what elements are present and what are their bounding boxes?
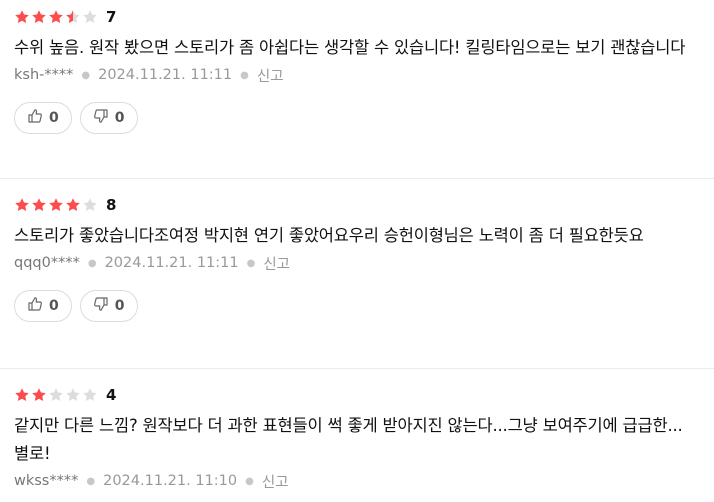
rating-row: 8 [14,194,700,216]
like-button[interactable]: 0 [14,102,72,134]
star-icon [14,387,30,403]
dislike-button[interactable]: 0 [79,102,138,134]
dislike-count: 0 [114,298,125,314]
rating-score: 8 [106,196,117,214]
reaction-buttons: 0 0 [14,102,700,134]
report-link[interactable]: 신고 [257,65,284,86]
like-count: 0 [49,298,59,314]
star-rating [14,387,98,403]
star-rating [14,197,98,213]
star-icon [65,9,81,25]
review-item: 4 같지만 다른 느낌? 원작보다 더 과한 표현들이 썩 좋게 받아지진 않는… [0,368,714,502]
star-rating [14,9,98,25]
review-date: 2024.11.21. 11:10 [103,473,238,489]
star-icon [48,9,64,25]
star-icon [82,9,98,25]
review-meta: wkss**** ● 2024.11.21. 11:10 ● 신고 [14,470,700,492]
star-icon [14,9,30,25]
rating-score: 7 [106,8,117,26]
review-meta: ksh-**** ● 2024.11.21. 11:11 ● 신고 [14,64,700,86]
reaction-buttons: 0 0 [14,290,700,322]
review-list: 7 수위 높음. 원작 봤으면 스토리가 좀 아쉽다는 생각할 수 있습니다! … [0,0,714,502]
username: wkss**** [14,473,79,489]
star-icon [31,387,47,403]
review-item: 7 수위 높음. 원작 봤으면 스토리가 좀 아쉽다는 생각할 수 있습니다! … [0,0,714,178]
review-date: 2024.11.21. 11:11 [98,67,233,83]
review-date: 2024.11.21. 11:11 [104,255,239,271]
rating-row: 4 [14,384,700,406]
star-icon [48,387,64,403]
separator-dot: ● [240,69,249,81]
star-icon [65,387,81,403]
like-button[interactable]: 0 [14,290,72,322]
star-icon [82,197,98,213]
star-icon [31,9,47,25]
report-link[interactable]: 신고 [262,471,289,492]
thumbs-down-icon [93,108,109,128]
dislike-button[interactable]: 0 [79,290,138,322]
rating-score: 4 [106,386,117,404]
star-icon [14,197,30,213]
like-count: 0 [49,110,59,126]
separator-dot: ● [245,475,254,487]
review-text: 수위 높음. 원작 봤으면 스토리가 좀 아쉽다는 생각할 수 있습니다! 킬링… [14,38,686,57]
review-meta: qqq0**** ● 2024.11.21. 11:11 ● 신고 [14,252,700,274]
thumbs-up-icon [27,108,43,128]
star-icon [48,197,64,213]
thumbs-down-icon [93,296,109,316]
username: qqq0**** [14,255,80,271]
dislike-count: 0 [114,110,125,126]
username: ksh-**** [14,67,74,83]
review-text: 같지만 다른 느낌? 원작보다 더 과한 표현들이 썩 좋게 받아지진 않는다.… [14,416,683,463]
review-text: 스토리가 좋았습니다조여정 박지현 연기 좋았어요우리 승헌이형님은 노력이 좀… [14,226,644,245]
star-icon [65,197,81,213]
rating-row: 7 [14,6,700,28]
star-icon [82,387,98,403]
star-icon [31,197,47,213]
separator-dot: ● [87,257,97,269]
separator-dot: ● [86,475,96,487]
thumbs-up-icon [27,296,43,316]
separator-dot: ● [246,257,256,269]
review-item: 8 스토리가 좋았습니다조여정 박지현 연기 좋았어요우리 승헌이형님은 노력이… [0,178,714,368]
report-link[interactable]: 신고 [263,253,290,274]
separator-dot: ● [81,69,91,81]
